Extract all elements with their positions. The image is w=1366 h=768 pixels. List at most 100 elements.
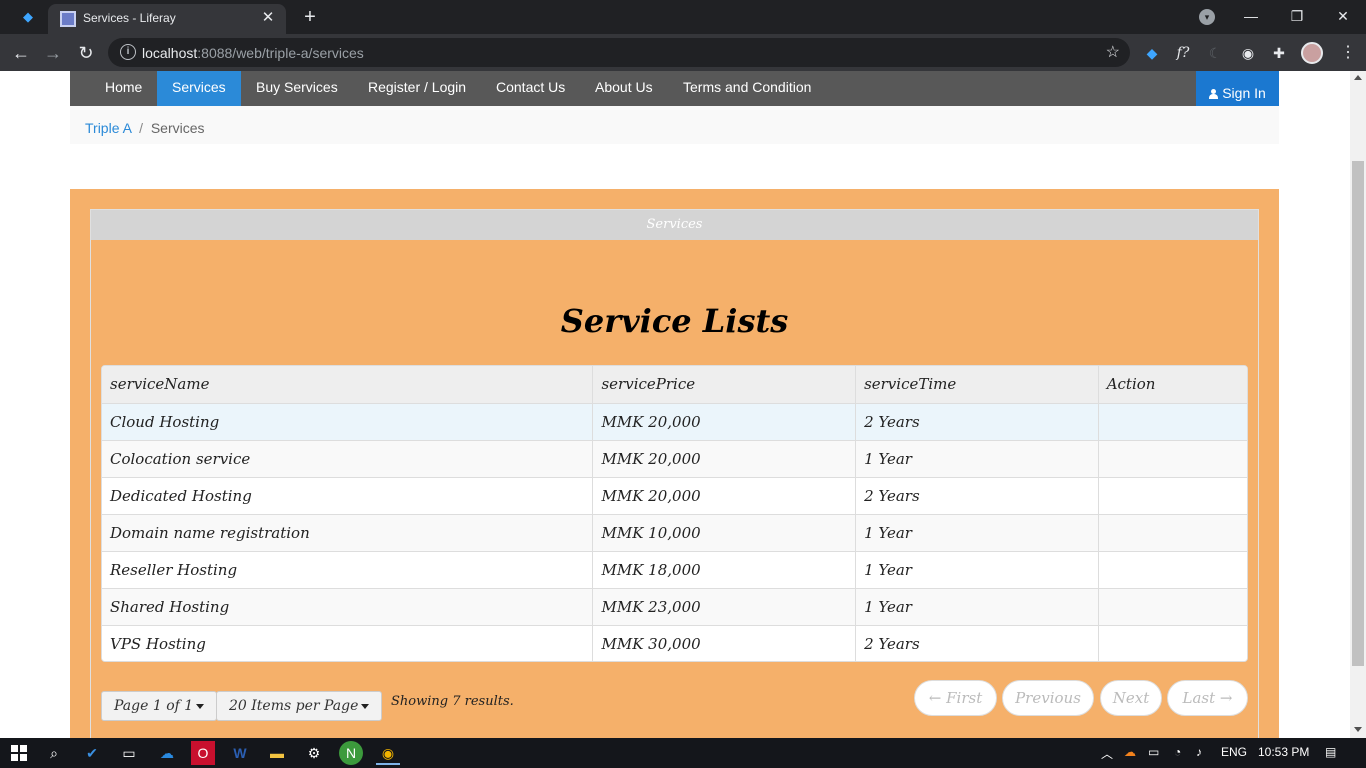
nav-register-login[interactable]: Register / Login [353,71,481,106]
service-time-cell: 1 Year [855,440,1099,478]
service-name-cell: Colocation service [102,440,594,478]
search-icon[interactable]: ⌕ [42,741,66,765]
wifi-icon[interactable]: ◔ [1174,745,1181,759]
service-name-cell: Cloud Hosting [102,403,594,441]
liferay-diamond-icon[interactable]: ◆ [20,9,36,25]
last-page-button[interactable]: Last → [1167,680,1248,716]
page-select-dropdown[interactable]: Page 1 of 1 [101,691,218,721]
column-header[interactable]: servicePrice [592,366,857,404]
nav-home[interactable]: Home [90,71,157,106]
table-row[interactable]: Reseller Hosting MMK 18,000 1 Year [102,551,1247,589]
nav-buy-services[interactable]: Buy Services [241,71,353,106]
dark-mode-icon[interactable]: ☾ [1205,43,1225,63]
service-price-cell: MMK 20,000 [592,477,857,515]
services-portlet: Services Service Lists serviceName servi… [90,209,1259,738]
breadcrumb-home-link[interactable]: Triple A [85,120,131,136]
browser-menu-icon[interactable]: ⋮ [1340,42,1356,64]
profile-avatar[interactable] [1301,42,1323,64]
clock[interactable]: 10:53 PM [1258,745,1309,759]
back-icon[interactable]: ← [8,40,34,66]
cloud-tray-icon[interactable]: ☁ [1124,745,1136,759]
tab-title: Services - Liferay [83,11,176,25]
service-price-cell: MMK 18,000 [592,551,857,589]
todo-icon[interactable]: ✔ [80,741,104,765]
forward-icon[interactable]: → [40,40,66,66]
action-cell[interactable] [1098,403,1247,441]
next-page-button[interactable]: Next [1100,680,1162,716]
page-viewport: Home Services Buy Services Register / Lo… [0,71,1350,738]
url-text: localhost:8088/web/triple-a/services [142,45,364,61]
opera-icon[interactable]: O [191,741,215,765]
font-extension-icon[interactable]: f? [1173,43,1193,63]
first-page-button[interactable]: ← First [914,680,997,716]
service-price-cell: MMK 20,000 [592,403,857,441]
file-explorer-icon[interactable]: ▬ [265,741,289,765]
action-cell[interactable] [1098,440,1247,478]
browser-extension-icon[interactable]: ◉ [1238,43,1258,63]
action-cell[interactable] [1098,477,1247,515]
battery-icon[interactable]: ▭ [1148,745,1159,759]
windows-start-icon[interactable] [11,745,27,761]
notifications-icon[interactable]: ▤ [1325,745,1336,759]
user-icon [1209,89,1219,99]
page-title: Service Lists [560,302,789,340]
scroll-down-icon[interactable] [1354,727,1362,732]
onedrive-icon[interactable]: ☁ [155,741,179,765]
table-row[interactable]: Colocation service MMK 20,000 1 Year [102,440,1247,478]
items-per-page-dropdown[interactable]: 20 Items per Page [216,691,383,721]
table-row[interactable]: Shared Hosting MMK 23,000 1 Year [102,588,1247,626]
page-scrollbar[interactable] [1350,71,1366,738]
browser-tab[interactable]: Services - Liferay ✕ [48,4,286,34]
tray-chevron-icon[interactable]: ︿ [1101,745,1113,762]
extensions-puzzle-icon[interactable]: ✚ [1269,43,1289,63]
restore-icon[interactable]: ❐ [1282,4,1312,28]
breadcrumb-current: Services [150,120,205,136]
liferay-extension-icon[interactable]: ◆ [1142,43,1162,63]
caret-down-icon [196,703,205,709]
minimize-icon[interactable]: — [1236,4,1266,28]
reload-icon[interactable]: ↻ [73,40,99,66]
table-row[interactable]: Domain name registration MMK 10,000 1 Ye… [102,514,1247,552]
column-header[interactable]: serviceName [102,366,594,404]
terminal-icon[interactable]: ▭ [117,741,141,765]
service-name-cell: Domain name registration [102,514,594,552]
bookmark-star-icon[interactable]: ☆ [1106,42,1120,62]
site-info-icon[interactable]: i [120,44,136,60]
scroll-thumb[interactable] [1352,161,1364,666]
table-row[interactable]: VPS Hosting MMK 30,000 2 Years [102,625,1247,661]
service-time-cell: 1 Year [855,588,1099,626]
scroll-up-icon[interactable] [1354,75,1362,80]
nav-terms[interactable]: Terms and Condition [668,71,826,106]
service-time-cell: 1 Year [855,551,1099,589]
table-header-row: serviceName servicePrice serviceTime Act… [102,366,1247,404]
language-indicator[interactable]: ENG [1221,745,1247,759]
volume-icon[interactable]: ♪ [1196,745,1202,759]
action-cell[interactable] [1098,514,1247,552]
tab-search-icon[interactable]: ▾ [1199,9,1215,25]
close-window-icon[interactable]: ✕ [1328,4,1358,28]
service-time-cell: 1 Year [855,514,1099,552]
action-cell[interactable] [1098,625,1247,661]
tab-favicon-icon [60,11,76,27]
action-cell[interactable] [1098,588,1247,626]
windows-taskbar: ⌕ ✔ ▭ ☁ O W ▬ ⚙ N ◉ ︿ ☁ ▭ ◔ ♪ ENG 10:53 … [0,738,1366,768]
node-app-icon[interactable]: N [339,741,363,765]
settings-gear-icon[interactable]: ⚙ [302,741,326,765]
nav-services[interactable]: Services [157,71,241,106]
tab-close-icon[interactable]: ✕ [258,8,278,28]
service-time-cell: 2 Years [855,403,1099,441]
word-icon[interactable]: W [228,741,252,765]
content-panel: Services Service Lists serviceName servi… [70,189,1279,738]
table-row[interactable]: Cloud Hosting MMK 20,000 2 Years [102,403,1247,441]
table-row[interactable]: Dedicated Hosting MMK 20,000 2 Years [102,477,1247,515]
nav-contact-us[interactable]: Contact Us [481,71,580,106]
address-bar[interactable]: i localhost:8088/web/triple-a/services ☆ [108,38,1130,67]
previous-page-button[interactable]: Previous [1002,680,1094,716]
chrome-icon[interactable]: ◉ [376,741,400,765]
portlet-header: Services [91,210,1258,240]
new-tab-icon[interactable]: + [298,5,322,29]
column-header[interactable]: serviceTime [855,366,1099,404]
action-cell[interactable] [1098,551,1247,589]
service-price-cell: MMK 30,000 [592,625,857,661]
nav-about-us[interactable]: About Us [580,71,668,106]
